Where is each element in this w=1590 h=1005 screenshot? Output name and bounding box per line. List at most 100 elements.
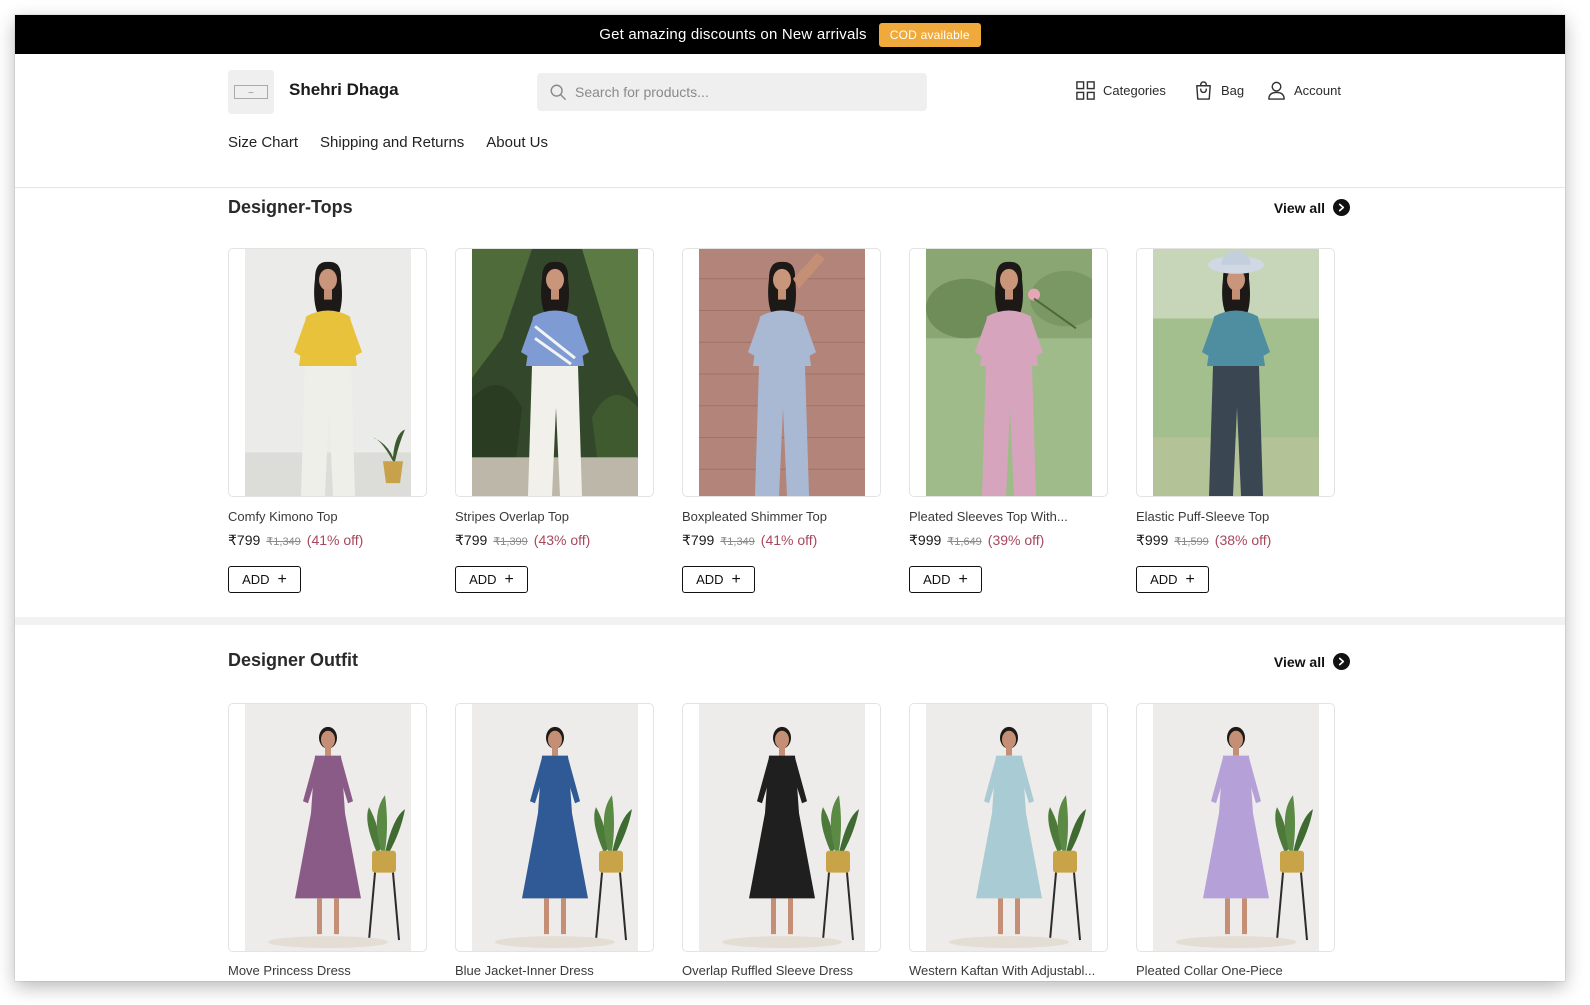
plus-icon: + [1185, 570, 1195, 588]
product-card: Stripes Overlap Top ₹799 ₹1,399 (43% off… [455, 248, 654, 593]
nav-categories-label: Categories [1103, 83, 1166, 98]
product-mrp: ₹1,399 [493, 536, 528, 548]
shopping-bag-icon [1196, 81, 1211, 100]
product-name[interactable]: Overlap Ruffled Sleeve Dress [682, 963, 881, 978]
link-about-us[interactable]: About Us [486, 134, 548, 151]
add-button-label: ADD [242, 572, 270, 587]
section-title: Designer-Tops [228, 197, 353, 217]
product-card: Pleated Sleeves Top With... ₹999 ₹1,649 … [909, 248, 1108, 593]
product-photo [1152, 249, 1319, 496]
product-image[interactable] [455, 248, 654, 497]
nav-account-label: Account [1294, 83, 1341, 98]
product-image[interactable] [228, 703, 427, 952]
link-size-chart[interactable]: Size Chart [228, 134, 298, 151]
price-row: ₹799 ₹1,399 (43% off) [455, 532, 654, 549]
product-image[interactable] [1136, 703, 1335, 952]
product-image[interactable] [682, 248, 881, 497]
product-image[interactable] [228, 248, 427, 497]
arrow-right-circle-icon [1333, 199, 1350, 216]
product-name[interactable]: Western Kaftan With Adjustabl... [909, 963, 1108, 978]
product-name[interactable]: Stripes Overlap Top [455, 509, 654, 524]
product-photo [244, 704, 411, 951]
plus-icon: + [504, 570, 514, 588]
product-photo [1152, 704, 1319, 951]
product-photo [244, 249, 411, 496]
product-name[interactable]: Pleated Collar One-Piece [1136, 963, 1335, 978]
brand-name[interactable]: Shehri Dhaga [289, 80, 399, 100]
search-input[interactable] [537, 73, 927, 111]
grid-icon [1076, 81, 1095, 100]
product-image[interactable] [682, 703, 881, 952]
product-mrp: ₹1,649 [947, 536, 982, 548]
product-price: ₹999 [1136, 532, 1169, 548]
add-to-bag-button[interactable]: ADD + [1136, 566, 1209, 593]
nav-categories[interactable]: Categories [1075, 80, 1166, 101]
logo-signature-mark: ~ [234, 85, 268, 99]
product-card: Overlap Ruffled Sleeve Dress [682, 703, 881, 978]
add-button-label: ADD [923, 572, 951, 587]
plus-icon: + [731, 570, 741, 588]
product-image[interactable] [1136, 248, 1335, 497]
product-mrp: ₹1,349 [266, 536, 301, 548]
announcement-text: Get amazing discounts on New arrivals [599, 26, 867, 43]
product-price: ₹799 [228, 532, 261, 548]
brand-logo[interactable]: ~ [228, 70, 274, 114]
product-photo [698, 249, 865, 496]
header-links: Size Chart Shipping and Returns About Us [228, 134, 548, 151]
product-price: ₹999 [909, 532, 942, 548]
product-card: Pleated Collar One-Piece [1136, 703, 1335, 978]
search-icon [550, 84, 566, 100]
product-name[interactable]: Move Princess Dress [228, 963, 427, 978]
announcement-bar: Get amazing discounts on New arrivals CO… [15, 15, 1565, 54]
product-photo [471, 249, 638, 496]
product-name[interactable]: Boxpleated Shimmer Top [682, 509, 881, 524]
section-designer-tops: Designer-Tops View all Comfy Kimono Top … [15, 188, 1565, 617]
product-name[interactable]: Elastic Puff-Sleeve Top [1136, 509, 1335, 524]
cod-badge: COD available [878, 22, 981, 47]
price-row: ₹999 ₹1,649 (39% off) [909, 532, 1108, 549]
product-photo [925, 249, 1092, 496]
view-all-label: View all [1273, 199, 1325, 216]
section-divider [15, 617, 1565, 625]
product-image[interactable] [455, 703, 654, 952]
nav-bag[interactable]: Bag [1193, 80, 1244, 101]
product-photo [698, 704, 865, 951]
add-to-bag-button[interactable]: ADD + [228, 566, 301, 593]
view-all-link[interactable]: View all [1274, 653, 1350, 670]
view-all-link[interactable]: View all [1274, 199, 1350, 216]
add-to-bag-button[interactable]: ADD + [455, 566, 528, 593]
product-image[interactable] [909, 248, 1108, 497]
product-discount: (41% off) [760, 532, 818, 548]
nav-bag-label: Bag [1221, 83, 1245, 98]
product-grid: Comfy Kimono Top ₹799 ₹1,349 (41% off) A… [228, 248, 1335, 593]
product-grid: Move Princess Dress Blue Jacket-Inner Dr… [228, 703, 1335, 978]
product-mrp: ₹1,349 [720, 536, 755, 548]
product-name[interactable]: Blue Jacket-Inner Dress [455, 963, 654, 978]
product-image[interactable] [909, 703, 1108, 952]
user-icon [1268, 81, 1285, 100]
product-card: Blue Jacket-Inner Dress [455, 703, 654, 978]
section-title: Designer Outfit [228, 650, 359, 670]
add-button-label: ADD [469, 572, 497, 587]
add-button-label: ADD [1150, 572, 1178, 587]
price-row: ₹799 ₹1,349 (41% off) [682, 532, 881, 549]
product-name[interactable]: Pleated Sleeves Top With... [909, 509, 1108, 524]
plus-icon: + [277, 570, 287, 588]
add-to-bag-button[interactable]: ADD + [682, 566, 755, 593]
product-name[interactable]: Comfy Kimono Top [228, 509, 427, 524]
product-card: Boxpleated Shimmer Top ₹799 ₹1,349 (41% … [682, 248, 881, 593]
view-all-label: View all [1273, 653, 1325, 670]
site-header: ~ Shehri Dhaga Categories Bag [15, 54, 1565, 188]
link-shipping-returns[interactable]: Shipping and Returns [320, 134, 464, 151]
arrow-right-circle-icon [1333, 653, 1350, 670]
nav-account[interactable]: Account [1266, 80, 1341, 101]
add-to-bag-button[interactable]: ADD + [909, 566, 982, 593]
product-price: ₹799 [682, 532, 715, 548]
plus-icon: + [958, 570, 968, 588]
product-discount: (41% off) [306, 532, 364, 548]
product-card: Move Princess Dress [228, 703, 427, 978]
product-discount: (39% off) [987, 532, 1045, 548]
product-card: Western Kaftan With Adjustabl... [909, 703, 1108, 978]
product-photo [471, 704, 638, 951]
product-card: Elastic Puff-Sleeve Top ₹999 ₹1,599 (38%… [1136, 248, 1335, 593]
